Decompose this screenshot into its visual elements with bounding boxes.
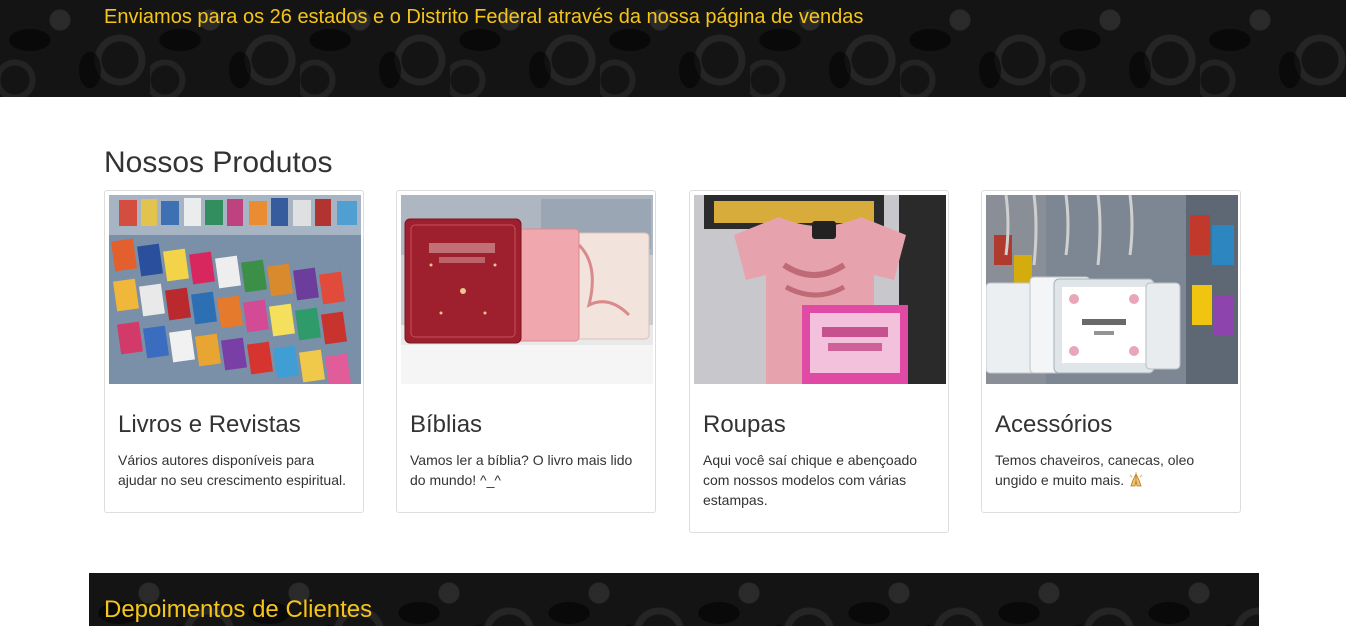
shipping-notice: Enviamos para os 26 estados e o Distrito… [104,6,864,28]
product-card-biblias[interactable]: Bíblias Vamos ler a bíblia? O livro mais… [396,190,656,513]
card-description: Vamos ler a bíblia? O livro mais lido do… [410,452,633,488]
card-title[interactable]: Acessórios [995,411,1112,439]
product-card-livros[interactable]: Livros e Revistas Vários autores disponí… [104,190,364,513]
card-title[interactable]: Roupas [703,411,786,439]
card-description-text: Temos chaveiros, canecas, oleo ungido e … [995,452,1195,488]
keychains-photo[interactable] [986,195,1238,384]
card-description: Temos chaveiros, canecas, oleo ungido e … [995,450,1231,490]
praying-hands-icon [1128,472,1144,488]
product-card-roupas[interactable]: Roupas Aqui você saí chique e abençoado … [689,190,949,533]
card-description: Vários autores disponíveis para ajudar n… [118,452,347,488]
tshirt-photo[interactable] [694,195,946,384]
testimonials-heading: Depoimentos de Clientes [104,596,373,623]
card-title[interactable]: Bíblias [410,411,482,439]
testimonials-section: Depoimentos de Clientes [89,573,1259,626]
magazine-rack-photo[interactable] [109,195,361,384]
bibles-photo[interactable] [401,195,653,384]
top-banner: Enviamos para os 26 estados e o Distrito… [0,0,1346,97]
card-description: Aqui você saí chique e abençoado com nos… [703,452,918,508]
product-card-acessorios[interactable]: Acessórios Temos chaveiros, canecas, ole… [981,190,1241,513]
products-heading: Nossos Produtos [104,146,333,179]
card-title[interactable]: Livros e Revistas [118,411,301,439]
